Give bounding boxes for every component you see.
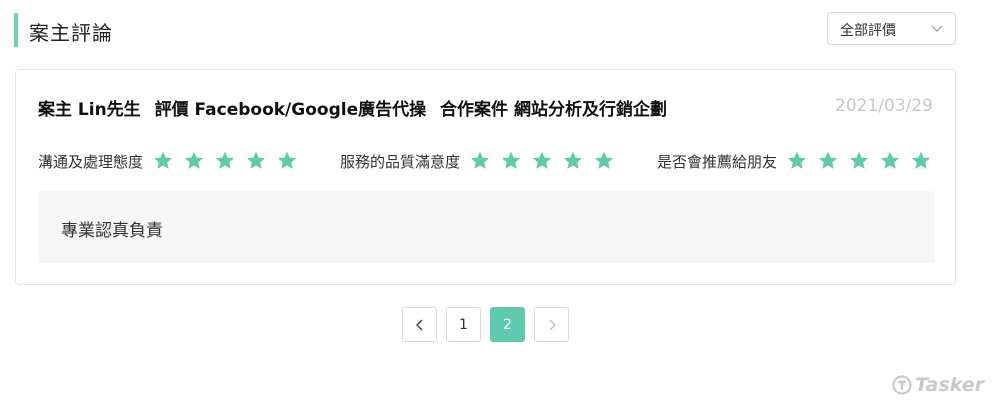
review-title: 案主 Lin先生 評價 Facebook/Google廣告代操 合作案件 網站分… [38,95,675,120]
section-title: 案主評論 [29,21,113,45]
page-button-1[interactable]: 1 [446,307,481,342]
star-icon [911,151,931,169]
tasker-logo-icon [892,375,912,395]
review-date: 2021/03/29 [835,96,933,116]
review-comment-box: 專業認真負責 [38,191,934,263]
star-icon [153,151,173,169]
star-icon [184,151,204,169]
star-icon [880,151,900,169]
star-icon [215,151,235,169]
review-card: 案主 Lin先生 評價 Facebook/Google廣告代操 合作案件 網站分… [15,69,956,285]
brand-name: Tasker [914,374,984,396]
star-icon [849,151,869,169]
chevron-right-icon [549,319,556,330]
next-page-button[interactable] [534,307,569,342]
star-icon [246,151,266,169]
rating-filter-select[interactable]: 全部評價 [827,12,956,45]
review-comment: 專業認真負責 [61,221,163,241]
star-icon [470,151,490,169]
star-icon [501,151,521,169]
page-button-2[interactable]: 2 [490,307,525,342]
review-project: 合作案件 網站分析及行銷企劃 [440,100,667,120]
rating-label: 溝通及處理態度 [38,152,144,171]
star-icon [532,151,552,169]
section-header: 案主評論 全部評價 [14,12,956,48]
rating-recommend: 是否會推薦給朋友 [657,148,932,174]
star-icon [594,151,614,169]
star-rating [786,150,932,172]
star-icon [818,151,838,169]
rating-quality: 服務的品質滿意度 [340,148,615,174]
prev-page-button[interactable] [402,307,437,342]
star-icon [787,151,807,169]
accent-bar [14,13,18,47]
chevron-left-icon [415,319,422,330]
review-client: 案主 Lin先生 [38,100,141,120]
review-service: 評價 Facebook/Google廣告代操 [154,100,427,120]
star-icon [277,151,297,169]
pagination: 1 2 [402,307,578,342]
star-icon [563,151,583,169]
rating-label: 是否會推薦給朋友 [657,152,778,171]
star-rating [469,150,615,172]
rating-communication: 溝通及處理態度 [38,148,298,174]
rating-label: 服務的品質滿意度 [340,152,461,171]
filter-selected-label: 全部評價 [840,23,896,39]
chevron-down-icon [931,25,943,32]
brand-watermark: Tasker [892,374,984,396]
star-rating [152,150,298,172]
